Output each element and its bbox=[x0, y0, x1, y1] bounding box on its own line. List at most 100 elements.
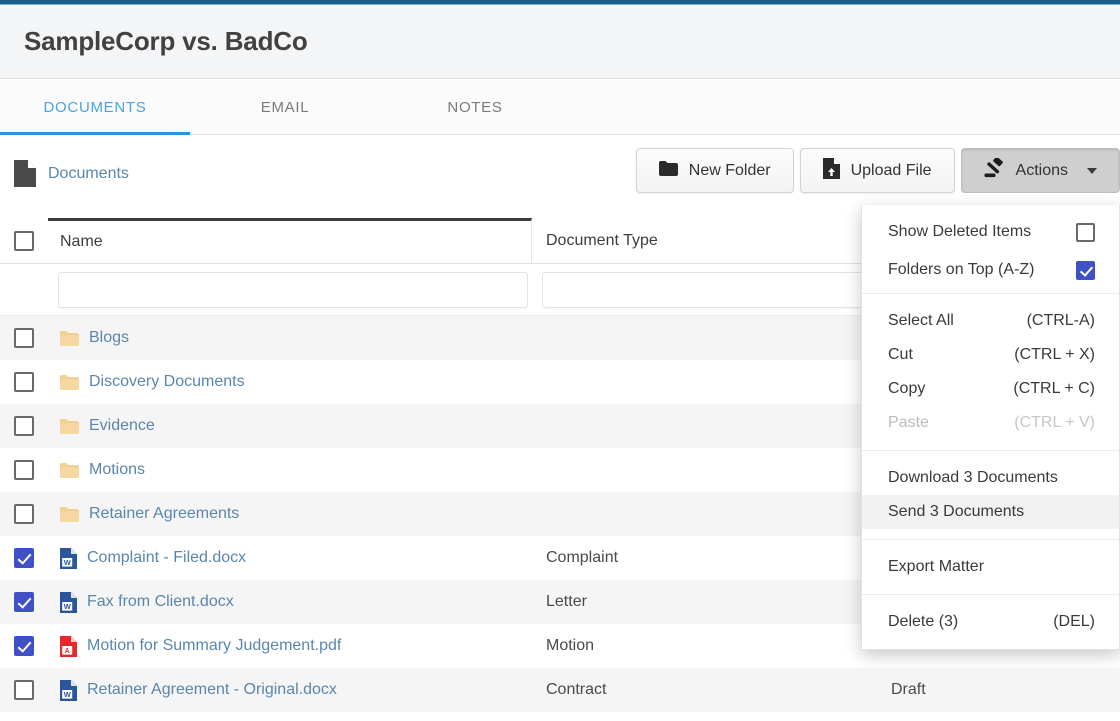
cell-name: W Complaint - Filed.docx bbox=[48, 536, 532, 580]
menu-item-shortcut: (CTRL + X) bbox=[1014, 346, 1095, 363]
tab-notes[interactable]: NOTES bbox=[380, 80, 570, 134]
tab-email[interactable]: EMAIL bbox=[190, 80, 380, 134]
folder-link[interactable]: Blogs bbox=[89, 329, 129, 347]
table-row[interactable]: W Retainer Agreement - Original.docx Contr… bbox=[0, 668, 1120, 712]
filter-name-cell bbox=[48, 264, 532, 316]
menu-section: Delete (3) (DEL) bbox=[862, 594, 1119, 649]
row-select-cell bbox=[0, 328, 48, 348]
menu-item-delete-3[interactable]: Delete (3) (DEL) bbox=[862, 605, 1119, 639]
folder-link[interactable]: Evidence bbox=[89, 417, 155, 435]
menu-item-checkbox[interactable] bbox=[1076, 260, 1095, 280]
cell-document-type: Complaint bbox=[546, 549, 619, 566]
actions-button[interactable]: Actions bbox=[960, 148, 1120, 193]
tab-bar: DOCUMENTS EMAIL NOTES bbox=[0, 80, 1120, 135]
row-checkbox[interactable] bbox=[14, 416, 34, 436]
menu-item-label: Send 3 Documents bbox=[888, 503, 1025, 520]
menu-item-label: Select All bbox=[888, 312, 954, 329]
upload-file-button[interactable]: Upload File bbox=[799, 148, 955, 193]
toolbar-button-group: New Folder Upload File Actions bbox=[635, 148, 1120, 193]
menu-item-label: Delete (3) bbox=[888, 613, 959, 630]
folder-link[interactable]: Retainer Agreements bbox=[89, 505, 239, 523]
cell-document-type bbox=[532, 404, 877, 448]
breadcrumb-documents-link[interactable]: Documents bbox=[48, 165, 129, 183]
cell-name: Evidence bbox=[48, 404, 532, 448]
menu-item-label: Paste bbox=[888, 414, 929, 431]
actions-dropdown-menu: Show Deleted Items Folders on Top (A-Z) Se… bbox=[861, 205, 1120, 650]
cell-document-type bbox=[532, 316, 877, 360]
menu-item-label: Show Deleted Items bbox=[888, 223, 1032, 240]
filter-name-input[interactable] bbox=[58, 271, 528, 308]
document-link[interactable]: Fax from Client.docx bbox=[87, 593, 234, 611]
folder-link[interactable]: Discovery Documents bbox=[89, 373, 245, 391]
menu-section: Export Matter bbox=[862, 539, 1119, 594]
menu-item-shortcut: (CTRL + C) bbox=[1013, 380, 1095, 397]
select-all-checkbox[interactable] bbox=[14, 230, 34, 251]
actions-label: Actions bbox=[1015, 161, 1068, 179]
cell-name: Motions bbox=[48, 448, 532, 492]
menu-item-checkbox[interactable] bbox=[1076, 222, 1095, 242]
row-checkbox[interactable] bbox=[14, 592, 34, 612]
cell-name: W Retainer Agreement - Original.docx bbox=[48, 668, 532, 712]
row-select-cell bbox=[0, 636, 48, 656]
menu-item-label: Copy bbox=[888, 380, 926, 397]
folder-icon bbox=[60, 418, 79, 434]
folder-icon bbox=[60, 330, 79, 346]
document-link[interactable]: Motion for Summary Judgement.pdf bbox=[87, 637, 341, 655]
document-link[interactable]: Complaint - Filed.docx bbox=[87, 549, 246, 567]
menu-item-send-3-documents[interactable]: Send 3 Documents bbox=[862, 495, 1119, 529]
row-checkbox[interactable] bbox=[14, 504, 34, 524]
cell-document-type bbox=[532, 360, 877, 404]
new-folder-button[interactable]: New Folder bbox=[635, 148, 794, 193]
cell-name: Discovery Documents bbox=[48, 360, 532, 404]
word-file-icon: W bbox=[60, 591, 77, 613]
cell-name: W Fax from Client.docx bbox=[48, 580, 532, 624]
chevron-down-icon bbox=[1087, 167, 1097, 174]
menu-section: Select All (CTRL-A) Cut (CTRL + X) Copy (CTRL… bbox=[862, 293, 1119, 450]
menu-item-download-3-documents[interactable]: Download 3 Documents bbox=[862, 461, 1119, 495]
filter-document-type-input[interactable] bbox=[542, 271, 872, 308]
gavel-icon bbox=[984, 156, 1005, 183]
row-checkbox[interactable] bbox=[14, 680, 34, 700]
document-link[interactable]: Retainer Agreement - Original.docx bbox=[87, 681, 337, 699]
row-select-cell bbox=[0, 372, 48, 392]
upload-file-label: Upload File bbox=[850, 161, 932, 179]
row-checkbox[interactable] bbox=[14, 372, 34, 392]
menu-item-label: Download 3 Documents bbox=[888, 469, 1058, 486]
svg-text:A: A bbox=[65, 648, 70, 655]
row-checkbox[interactable] bbox=[14, 328, 34, 348]
word-file-icon: W bbox=[60, 547, 77, 569]
menu-item-label: Folders on Top (A-Z) bbox=[888, 261, 1035, 278]
document-icon bbox=[14, 160, 36, 187]
menu-item-paste: Paste (CTRL + V) bbox=[862, 406, 1119, 440]
menu-section: Download 3 Documents Send 3 Documents bbox=[862, 450, 1119, 539]
pdf-file-icon: A bbox=[60, 635, 77, 657]
app-root: SampleCorp vs. BadCo DOCUMENTS EMAIL NOT… bbox=[0, 0, 1120, 721]
svg-text:W: W bbox=[64, 690, 71, 699]
tab-documents[interactable]: DOCUMENTS bbox=[0, 80, 190, 135]
menu-item-export-matter[interactable]: Export Matter bbox=[862, 550, 1119, 584]
menu-item-cut[interactable]: Cut (CTRL + X) bbox=[862, 338, 1119, 372]
menu-item-folders-on-top-a-z[interactable]: Folders on Top (A-Z) bbox=[862, 251, 1119, 289]
column-header-name[interactable]: Name bbox=[48, 218, 532, 264]
menu-item-select-all[interactable]: Select All (CTRL-A) bbox=[862, 304, 1119, 338]
menu-section: Show Deleted Items Folders on Top (A-Z) bbox=[862, 209, 1119, 293]
row-select-cell bbox=[0, 504, 48, 524]
menu-item-label: Export Matter bbox=[888, 558, 985, 575]
menu-item-shortcut: (CTRL + V) bbox=[1014, 414, 1095, 431]
cell-name: A Motion for Summary Judgement.pdf bbox=[48, 624, 532, 668]
column-header-document-type[interactable]: Document Type bbox=[532, 218, 877, 264]
folder-icon bbox=[60, 374, 79, 390]
menu-item-copy[interactable]: Copy (CTRL + C) bbox=[862, 372, 1119, 406]
file-upload-icon bbox=[822, 157, 840, 184]
menu-item-show-deleted-items[interactable]: Show Deleted Items bbox=[862, 213, 1119, 251]
svg-text:W: W bbox=[64, 558, 71, 567]
row-checkbox[interactable] bbox=[14, 548, 34, 568]
new-folder-label: New Folder bbox=[688, 161, 771, 179]
folder-link[interactable]: Motions bbox=[89, 461, 145, 479]
svg-text:W: W bbox=[64, 602, 71, 611]
row-checkbox[interactable] bbox=[14, 636, 34, 656]
cell-document-type bbox=[532, 492, 877, 536]
cell-name: Blogs bbox=[48, 316, 532, 360]
menu-item-shortcut: (CTRL-A) bbox=[1026, 312, 1095, 329]
row-checkbox[interactable] bbox=[14, 460, 34, 480]
